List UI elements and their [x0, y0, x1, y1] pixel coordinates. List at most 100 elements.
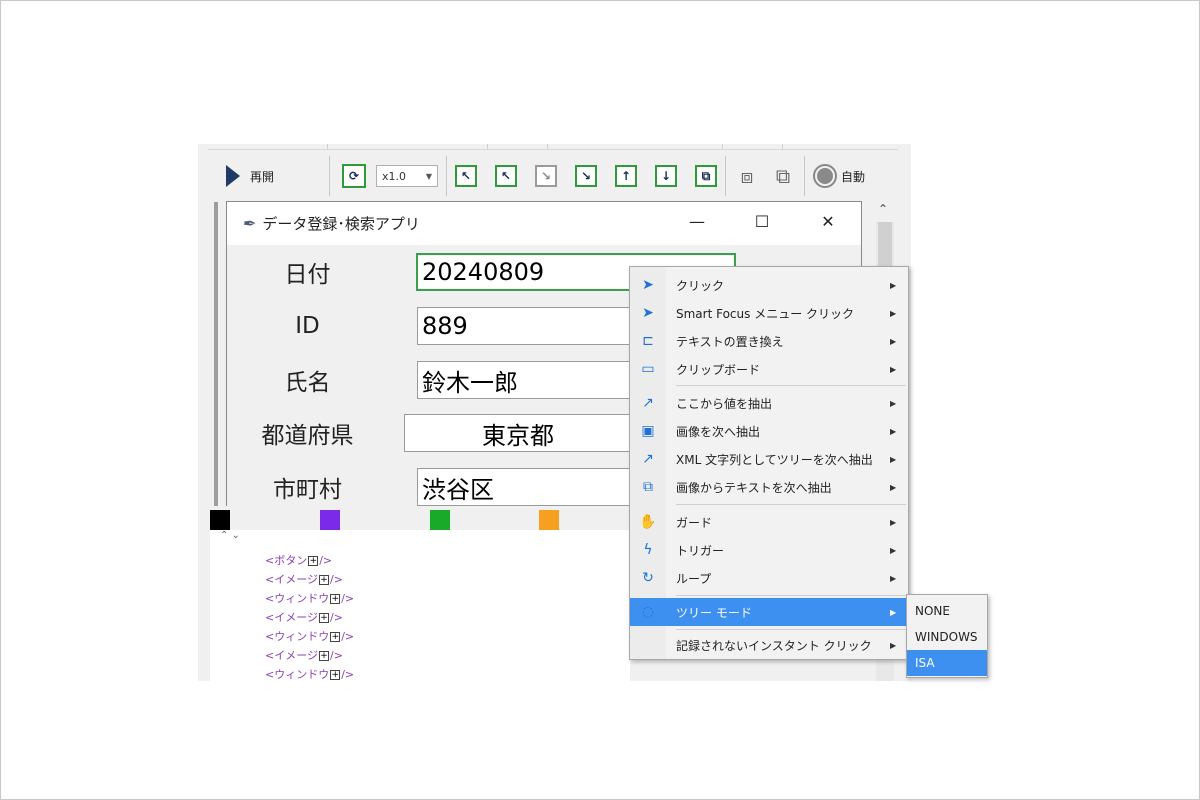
- move-top-left-icon[interactable]: ↖: [455, 165, 477, 187]
- menu-item-smart-focus-click[interactable]: ➤ Smart Focus メニュー クリック ▶: [630, 299, 908, 327]
- record-icon: [813, 164, 837, 188]
- id-row: ID 889: [250, 307, 632, 345]
- close-button[interactable]: ✕: [813, 212, 843, 231]
- minimize-button[interactable]: —: [682, 212, 712, 231]
- color-swatch-black[interactable]: [210, 510, 230, 530]
- color-swatch-purple[interactable]: [320, 510, 340, 530]
- move-up-left-icon[interactable]: ↖: [495, 165, 517, 187]
- prefecture-label: 都道府県: [261, 423, 354, 449]
- hand-icon: ✋: [639, 514, 657, 530]
- tree-node[interactable]: <イメージ +/>: [265, 609, 343, 625]
- menu-item-replace-text[interactable]: ⊏ テキストの置き換え ▶: [630, 327, 908, 355]
- name-label: 氏名: [284, 370, 331, 396]
- clipboard-icon: ▭: [641, 361, 655, 377]
- name-field[interactable]: 鈴木一郎: [417, 361, 632, 399]
- menu-item-extract-value[interactable]: ↗ ここから値を抽出 ▶: [630, 389, 908, 417]
- submenu-arrow-icon: ▶: [890, 308, 897, 318]
- menu-item-clipboard[interactable]: ▭ クリップボード ▶: [630, 355, 908, 383]
- color-swatch-orange[interactable]: [539, 510, 559, 530]
- image-icon: ▣: [641, 423, 655, 439]
- submenu-item-none[interactable]: NONE: [907, 598, 987, 624]
- toolbar-divider: [725, 156, 726, 196]
- move-up-icon[interactable]: ↑: [615, 165, 637, 187]
- auto-record-toggle[interactable]: 自動: [813, 164, 865, 188]
- auto-label: 自動: [841, 169, 866, 184]
- submenu-arrow-icon: ▶: [890, 482, 897, 492]
- submenu-item-windows[interactable]: WINDOWS: [907, 624, 987, 650]
- element-tree: ⌃ ⌄ <ボタン +/> <イメージ +/> <ウィンドウ +/> <イメージ +/> …: [210, 530, 630, 681]
- play-icon: [226, 165, 240, 187]
- speed-value: x1.0: [382, 169, 407, 183]
- tree-mode-submenu: NONE WINDOWS ISA: [906, 594, 988, 678]
- copy-icon[interactable]: ⧉: [695, 165, 717, 187]
- menu-item-trigger[interactable]: ϟ トリガー ▶: [630, 536, 908, 564]
- lightning-icon: ϟ: [643, 542, 653, 558]
- move-down-icon[interactable]: ↓: [655, 165, 677, 187]
- context-menu: ➤ クリック ▶ ➤ Smart Focus メニュー クリック ▶ ⊏ テキス…: [629, 266, 909, 660]
- panel-splitter[interactable]: [214, 202, 218, 508]
- submenu-arrow-icon: ▶: [890, 454, 897, 464]
- speed-icon[interactable]: ⟳: [342, 164, 366, 188]
- scroll-up-icon[interactable]: ⌃: [878, 202, 888, 216]
- move-down-right-icon[interactable]: ↘: [535, 165, 557, 187]
- tree-node[interactable]: <ウィンドウ +/>: [265, 666, 354, 682]
- menu-separator: [676, 385, 906, 386]
- tree-node[interactable]: <ウィンドウ +/>: [265, 628, 354, 644]
- cursor-icon: ➤: [642, 305, 654, 321]
- extract-arrow-icon: ↗: [642, 451, 654, 467]
- extract-arrow-icon: ↗: [642, 395, 654, 411]
- tree-node[interactable]: <イメージ +/>: [265, 571, 343, 587]
- tree-node[interactable]: <ボタン +/>: [265, 552, 332, 568]
- submenu-arrow-icon: ▶: [890, 280, 897, 290]
- menu-item-tree-mode[interactable]: ◌ ツリー モード ▶: [630, 598, 908, 626]
- submenu-arrow-icon: ▶: [890, 364, 897, 374]
- maximize-button[interactable]: ☐: [747, 212, 777, 231]
- submenu-arrow-icon: ▶: [890, 426, 897, 436]
- collapse-arrows-icon[interactable]: ⌃ ⌄: [220, 530, 240, 541]
- move-bottom-right-icon[interactable]: ↘: [575, 165, 597, 187]
- loop-icon: ↻: [642, 570, 654, 586]
- expand-icon: +: [319, 651, 329, 661]
- toolbar-divider: [446, 156, 447, 196]
- expand-icon: +: [330, 632, 341, 642]
- submenu-arrow-icon: ▶: [890, 545, 897, 555]
- menu-item-click[interactable]: ➤ クリック ▶: [630, 271, 908, 299]
- expand-icon: +: [319, 613, 329, 623]
- menu-item-loop[interactable]: ↻ ループ ▶: [630, 564, 908, 592]
- submenu-arrow-icon: ▶: [890, 336, 897, 346]
- menu-separator: [676, 629, 906, 630]
- submenu-item-isa[interactable]: ISA: [907, 650, 987, 676]
- color-swatch-green[interactable]: [430, 510, 450, 530]
- menu-item-extract-image[interactable]: ▣ 画像を次へ抽出 ▶: [630, 417, 908, 445]
- prefecture-field[interactable]: 東京都: [404, 414, 632, 452]
- resume-label: 再開: [250, 169, 275, 184]
- id-field[interactable]: 889: [417, 307, 632, 345]
- app-title: データ登録･検索アプリ: [262, 215, 420, 233]
- resume-button[interactable]: 再開: [208, 156, 330, 196]
- tab-strip: [208, 144, 898, 150]
- expand-icon: +: [330, 594, 341, 604]
- expand-icon: +: [319, 575, 329, 585]
- tree-node[interactable]: <ウィンドウ +/>: [265, 590, 354, 606]
- tree-node[interactable]: <イメージ +/>: [265, 647, 343, 663]
- app-titlebar: ✒ データ登録･検索アプリ — ☐ ✕: [227, 202, 861, 245]
- chevron-down-icon: ▼: [425, 171, 432, 181]
- id-label: ID: [295, 313, 320, 339]
- city-row: 市町村 渋谷区: [250, 468, 632, 506]
- submenu-arrow-icon: ▶: [890, 517, 897, 527]
- prefecture-row: 都道府県 東京都: [250, 414, 632, 452]
- expand-icon: +: [308, 556, 319, 566]
- name-row: 氏名 鈴木一郎: [250, 361, 632, 399]
- speed-select[interactable]: x1.0 ▼: [376, 165, 438, 187]
- menu-item-extract-xml-tree[interactable]: ↗ XML 文字列としてツリーを次へ抽出 ▶: [630, 445, 908, 473]
- menu-item-instant-click[interactable]: 記録されないインスタント クリック ▶: [630, 631, 908, 659]
- recorder-toolbar: 再開 ⟳ x1.0 ▼ ↖ ↖ ↘ ↘ ↑ ↓ ⧉ ⧈ ⧉ 自動: [208, 152, 901, 200]
- menu-item-extract-ocr-text[interactable]: ⧉ 画像からテキストを次へ抽出 ▶: [630, 473, 908, 501]
- toolbar-divider: [804, 156, 805, 196]
- window-snap-icon[interactable]: ⧈: [734, 163, 760, 189]
- city-field[interactable]: 渋谷区: [417, 468, 632, 506]
- window-restore-icon[interactable]: ⧉: [770, 163, 796, 189]
- date-label: 日付: [284, 262, 331, 288]
- menu-separator: [676, 504, 906, 505]
- menu-item-guard[interactable]: ✋ ガード ▶: [630, 508, 908, 536]
